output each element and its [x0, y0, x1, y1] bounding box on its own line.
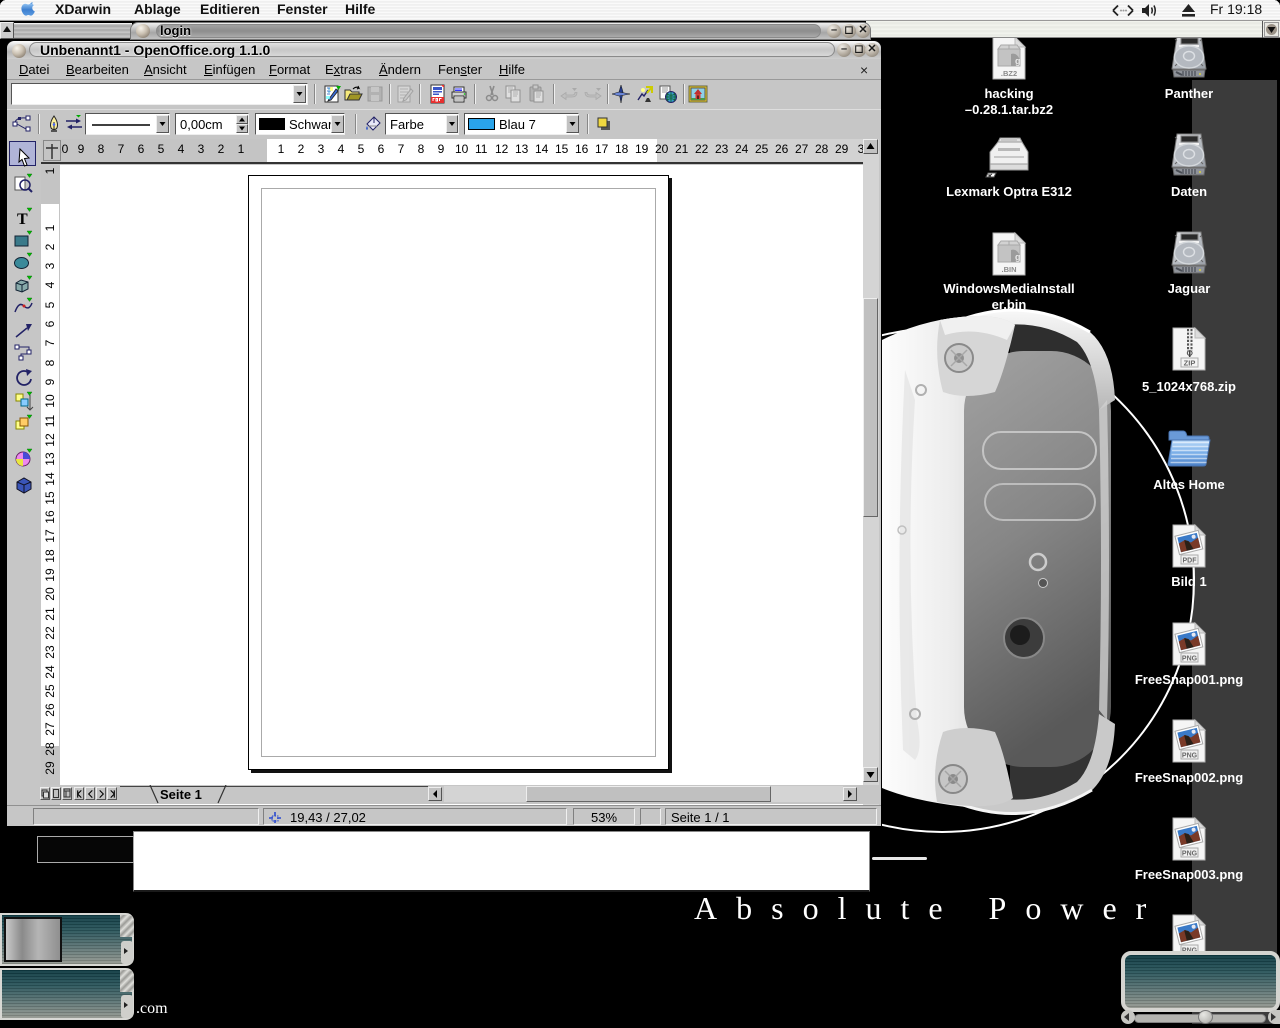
svg-text:PDF: PDF	[1183, 558, 1198, 565]
svg-text:g: g	[1015, 252, 1021, 262]
svg-text:PNG: PNG	[1182, 656, 1198, 663]
svg-text:PNG: PNG	[1182, 851, 1198, 858]
svg-text:.BIN: .BIN	[1002, 265, 1017, 274]
svg-text:ZIP: ZIP	[1184, 359, 1196, 368]
svg-text:.BZ2: .BZ2	[1001, 69, 1017, 78]
svg-text:T: T	[17, 211, 28, 228]
svg-text:PNG: PNG	[1182, 753, 1198, 760]
svg-text:g: g	[1015, 56, 1021, 66]
